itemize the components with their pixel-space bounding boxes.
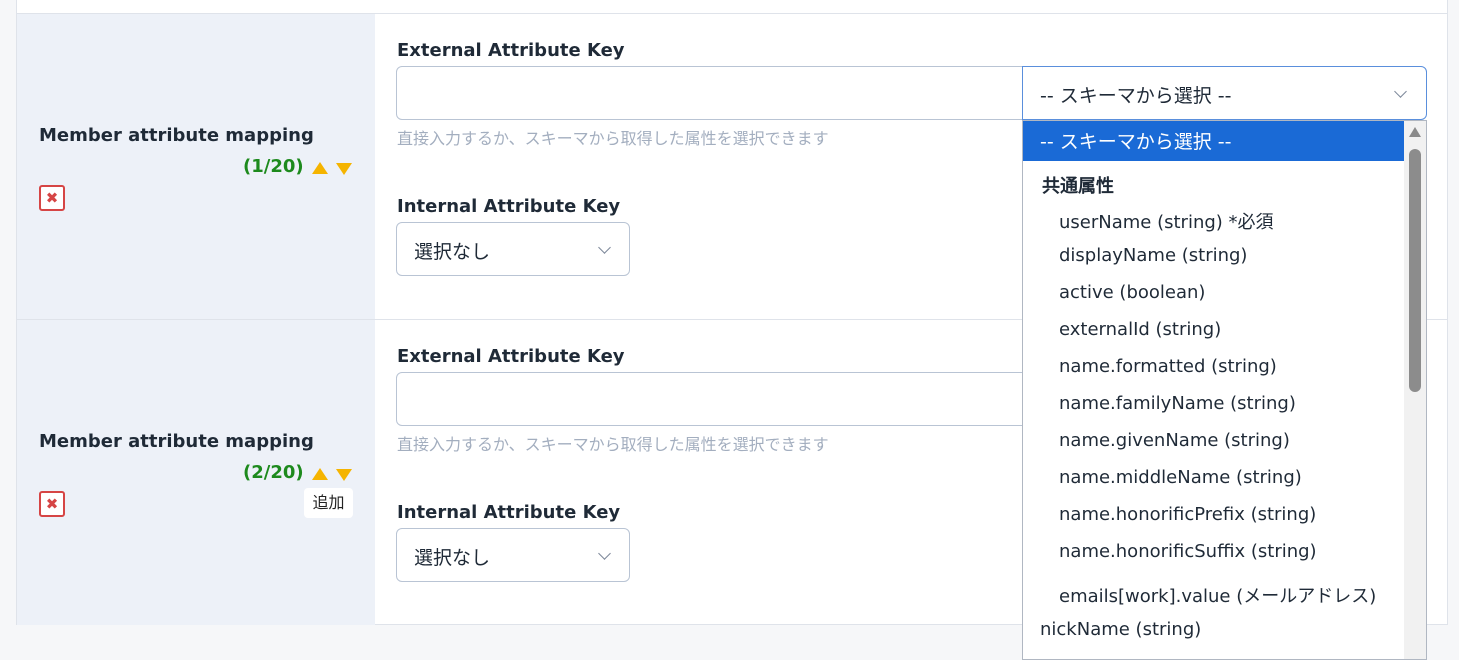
internal-attribute-key-label: Internal Attribute Key (397, 502, 621, 523)
external-attribute-key-label: External Attribute Key (397, 346, 625, 367)
dropdown-option[interactable]: name.givenName (string) (1059, 430, 1290, 451)
schema-select[interactable]: -- スキーマから選択 -- (1022, 66, 1427, 120)
internal-attribute-key-value: 選択なし (414, 241, 491, 263)
chevron-down-icon (598, 241, 611, 254)
dropdown-option[interactable]: externalId (string) (1059, 319, 1221, 340)
internal-attribute-key-label: Internal Attribute Key (397, 196, 621, 217)
scrollbar-thumb[interactable] (1409, 149, 1421, 392)
external-attribute-key-input[interactable] (396, 66, 1024, 120)
mapping-counter: (1/20) (243, 156, 304, 177)
delete-mapping-button[interactable]: ✖ (39, 185, 65, 211)
mapping-counter: (2/20) (243, 462, 304, 483)
dropdown-option[interactable]: emails[work].value (メールアドレス) (1059, 582, 1376, 608)
chevron-down-icon (598, 547, 611, 560)
schema-dropdown-list[interactable]: -- スキーマから選択 -- 共通属性 userName (string) *必… (1022, 120, 1427, 660)
chevron-down-icon (1394, 85, 1407, 98)
dropdown-option[interactable]: userName (string) *必須 (1059, 208, 1274, 234)
move-up-icon[interactable] (312, 468, 328, 480)
help-text: 直接入力するか、スキーマから取得した属性を選択できます (397, 129, 829, 148)
dropdown-option[interactable]: name.familyName (string) (1059, 393, 1296, 414)
dropdown-option[interactable]: displayName (string) (1059, 245, 1247, 266)
internal-attribute-key-select[interactable]: 選択なし (396, 222, 630, 276)
dropdown-option[interactable]: name.honorificPrefix (string) (1059, 504, 1316, 525)
dropdown-option[interactable]: active (boolean) (1059, 282, 1205, 303)
dropdown-option-selected[interactable]: -- スキーマから選択 -- (1023, 121, 1404, 161)
move-down-icon[interactable] (336, 469, 352, 481)
dropdown-option[interactable]: nickName (string) (1040, 619, 1201, 640)
mapping-title: Member attribute mapping (39, 431, 314, 452)
internal-attribute-key-value: 選択なし (414, 547, 491, 569)
dropdown-scrollbar[interactable] (1404, 121, 1426, 659)
internal-attribute-key-select[interactable]: 選択なし (396, 528, 630, 582)
scroll-up-arrow-icon[interactable] (1409, 127, 1421, 137)
help-text: 直接入力するか、スキーマから取得した属性を選択できます (397, 435, 829, 454)
external-attribute-key-input[interactable] (396, 372, 1024, 426)
external-attribute-key-label: External Attribute Key (397, 40, 625, 61)
dropdown-group-label: 共通属性 (1042, 176, 1114, 197)
dropdown-option[interactable]: name.middleName (string) (1059, 467, 1302, 488)
dropdown-option[interactable]: name.formatted (string) (1059, 356, 1277, 377)
schema-select-value: -- スキーマから選択 -- (1040, 85, 1232, 107)
move-down-icon[interactable] (336, 163, 352, 175)
delete-mapping-button[interactable]: ✖ (39, 491, 65, 517)
add-tooltip: 追加 (304, 488, 353, 518)
mapping-title: Member attribute mapping (39, 125, 314, 146)
move-up-icon[interactable] (312, 162, 328, 174)
dropdown-option[interactable]: name.honorificSuffix (string) (1059, 541, 1317, 562)
